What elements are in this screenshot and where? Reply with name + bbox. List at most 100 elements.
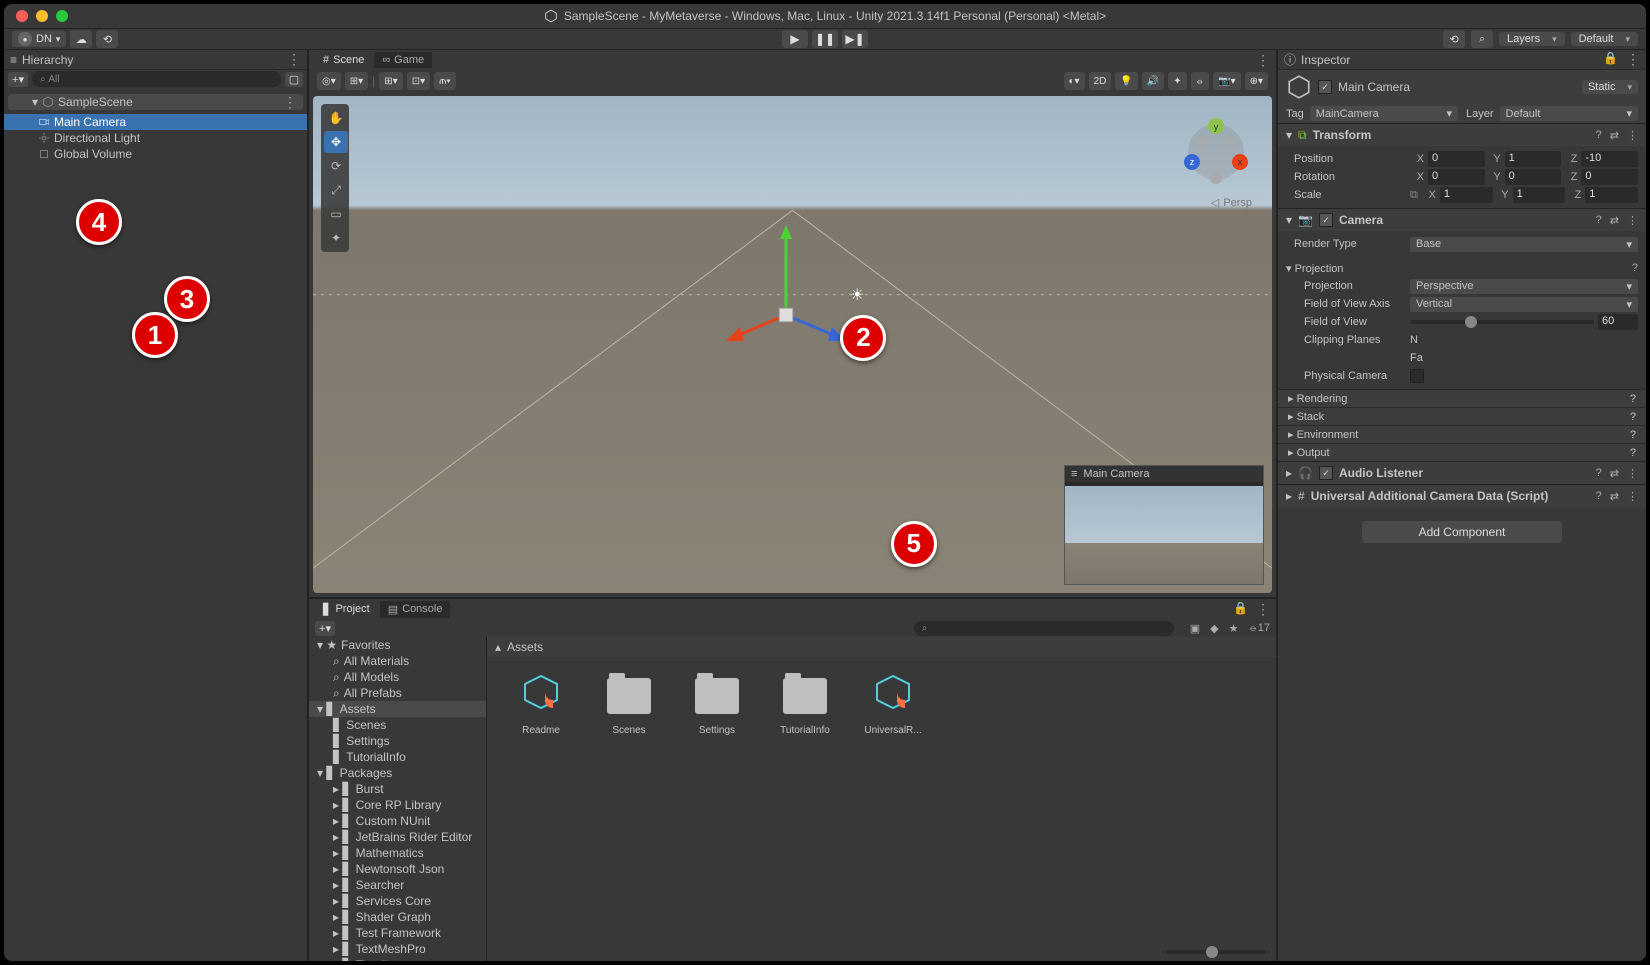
camera-settings-button[interactable]: 📷▾: [1213, 72, 1240, 90]
tab-project[interactable]: ▋Project: [315, 601, 378, 618]
2d-toggle[interactable]: 2D: [1089, 72, 1112, 90]
orientation-gizmo[interactable]: y x z: [1176, 112, 1256, 192]
hierarchy-menu-button[interactable]: ⋮: [287, 51, 301, 68]
asset-scenes[interactable]: Scenes: [595, 671, 663, 736]
tab-scene[interactable]: #Scene: [315, 52, 372, 68]
undo-history-button[interactable]: ⟲: [1443, 30, 1465, 48]
rot-x-input[interactable]: 0: [1428, 169, 1485, 185]
pos-z-input[interactable]: -10: [1581, 151, 1638, 167]
output-foldout[interactable]: ▸ Output?: [1278, 443, 1646, 461]
asset-universal[interactable]: UniversalR...: [859, 671, 927, 736]
menu-icon[interactable]: ⋮: [1627, 214, 1638, 227]
asset-settings[interactable]: Settings: [683, 671, 751, 736]
hierarchy-item-main-camera[interactable]: Main Camera: [4, 114, 307, 130]
fov-input[interactable]: 60: [1598, 314, 1638, 330]
fav-all-materials[interactable]: ⌕ All Materials: [309, 653, 486, 669]
link-icon[interactable]: ⧉: [1410, 189, 1418, 202]
inspector-menu-button[interactable]: ⋮: [1626, 51, 1640, 68]
pkg-services[interactable]: ▸ ▋ Services Core: [309, 893, 486, 909]
gameobject-name-input[interactable]: Main Camera: [1338, 80, 1576, 94]
increment-snap-button[interactable]: ⫙▾: [434, 72, 456, 90]
pkg-textmeshpro[interactable]: ▸ ▋ TextMeshPro: [309, 941, 486, 957]
hierarchy-item-global-volume[interactable]: Global Volume: [4, 146, 307, 162]
menu-icon[interactable]: ⋮: [1627, 467, 1638, 480]
add-component-button[interactable]: Add Component: [1362, 521, 1562, 543]
project-search-input[interactable]: ⌕: [914, 621, 1174, 636]
play-button[interactable]: ▶: [782, 30, 808, 48]
close-window-button[interactable]: [16, 10, 28, 22]
tab-console[interactable]: ▤Console: [380, 601, 451, 618]
help-icon[interactable]: ?: [1632, 262, 1638, 274]
environment-foldout[interactable]: ▸ Environment?: [1278, 425, 1646, 443]
favorite-icon[interactable]: ★: [1229, 622, 1239, 635]
render-type-dropdown[interactable]: Base▾: [1410, 237, 1638, 252]
fov-axis-dropdown[interactable]: Vertical▾: [1410, 297, 1638, 312]
maximize-window-button[interactable]: [56, 10, 68, 22]
layout-dropdown[interactable]: Default: [1571, 32, 1638, 46]
help-icon[interactable]: ?: [1596, 129, 1602, 142]
draw-mode-button[interactable]: ◐▾: [1064, 72, 1085, 90]
pkg-newtonsoft[interactable]: ▸ ▋ Newtonsoft Json: [309, 861, 486, 877]
tool-handle-button[interactable]: ◎▾: [317, 72, 341, 90]
preset-icon[interactable]: ⇄: [1610, 129, 1619, 142]
tag-dropdown[interactable]: MainCamera▾: [1310, 106, 1458, 121]
help-icon[interactable]: ?: [1596, 214, 1602, 227]
hierarchy-search-input[interactable]: ⌕ All: [32, 71, 281, 87]
assets-row[interactable]: ▾ ▋ Assets: [309, 701, 486, 717]
static-dropdown[interactable]: Static: [1582, 80, 1638, 94]
snap-button[interactable]: ⊡▾: [407, 72, 430, 90]
rendering-foldout[interactable]: ▸ Rendering?: [1278, 389, 1646, 407]
account-button[interactable]: ● DN▾: [12, 31, 66, 47]
stack-foldout[interactable]: ▸ Stack?: [1278, 407, 1646, 425]
asset-tutorialinfo[interactable]: TutorialInfo: [771, 671, 839, 736]
persp-label[interactable]: ◁ Persp: [1211, 196, 1252, 209]
pos-y-input[interactable]: 1: [1505, 151, 1562, 167]
fov-slider[interactable]: [1410, 320, 1594, 324]
filter-label-icon[interactable]: ◆: [1210, 622, 1218, 635]
help-icon[interactable]: ?: [1630, 447, 1636, 459]
move-tool[interactable]: ✥: [324, 131, 348, 153]
audio-toggle[interactable]: 🔊: [1142, 72, 1164, 90]
scene-view[interactable]: ☀ y x z ◁ Persp: [313, 96, 1272, 593]
grid-button[interactable]: ⊞▾: [379, 72, 402, 90]
scene-menu-button[interactable]: ⋮: [283, 94, 297, 110]
assets-scenes[interactable]: ▋ Scenes: [309, 717, 486, 733]
help-icon[interactable]: ?: [1630, 411, 1636, 423]
fav-all-prefabs[interactable]: ⌕ All Prefabs: [309, 685, 486, 701]
tab-game[interactable]: ∞Game: [374, 52, 432, 68]
pkg-testframework[interactable]: ▸ ▋ Test Framework: [309, 925, 486, 941]
project-create-button[interactable]: +▾: [315, 621, 335, 636]
scl-z-input[interactable]: 1: [1585, 187, 1638, 203]
menu-icon[interactable]: ⋮: [1627, 490, 1638, 503]
lock-icon[interactable]: 🔒: [1603, 51, 1618, 68]
pkg-timeline[interactable]: ▸ ▋ Timeline: [309, 957, 486, 961]
hand-tool[interactable]: ✋: [324, 107, 348, 129]
scale-tool[interactable]: ⤢: [324, 179, 348, 201]
asset-readme[interactable]: Readme: [507, 671, 575, 736]
lock-icon[interactable]: 🔒: [1233, 601, 1248, 618]
preset-icon[interactable]: ⇄: [1610, 214, 1619, 227]
hierarchy-create-button[interactable]: +▾: [8, 72, 28, 87]
version-control-button[interactable]: ⟲: [96, 30, 118, 48]
camera-enabled-checkbox[interactable]: ✓: [1319, 213, 1333, 227]
project-breadcrumb[interactable]: ▴ Assets: [487, 637, 1276, 657]
transform-tool[interactable]: ✦: [324, 227, 348, 249]
gizmos-button[interactable]: ⊕▾: [1245, 72, 1268, 90]
projection-dropdown[interactable]: Perspective▾: [1410, 279, 1638, 294]
cloud-button[interactable]: ☁: [70, 30, 92, 48]
preset-icon[interactable]: ⇄: [1610, 490, 1619, 503]
hidden-toggle[interactable]: ⦵: [1191, 72, 1209, 90]
fav-all-models[interactable]: ⌕ All Models: [309, 669, 486, 685]
help-icon[interactable]: ?: [1596, 490, 1602, 503]
filter-type-icon[interactable]: ▣: [1190, 622, 1200, 635]
fx-toggle[interactable]: ✦: [1168, 72, 1186, 90]
step-button[interactable]: ▶❚: [842, 30, 868, 48]
scl-x-input[interactable]: 1: [1440, 187, 1493, 203]
lighting-toggle[interactable]: 💡: [1115, 72, 1137, 90]
rot-z-input[interactable]: 0: [1581, 169, 1638, 185]
help-icon[interactable]: ?: [1630, 429, 1636, 441]
transform-gizmo[interactable]: [716, 215, 896, 395]
hierarchy-filter-button[interactable]: ▢: [285, 72, 303, 87]
menu-icon[interactable]: ⋮: [1627, 129, 1638, 142]
rot-y-input[interactable]: 0: [1505, 169, 1562, 185]
